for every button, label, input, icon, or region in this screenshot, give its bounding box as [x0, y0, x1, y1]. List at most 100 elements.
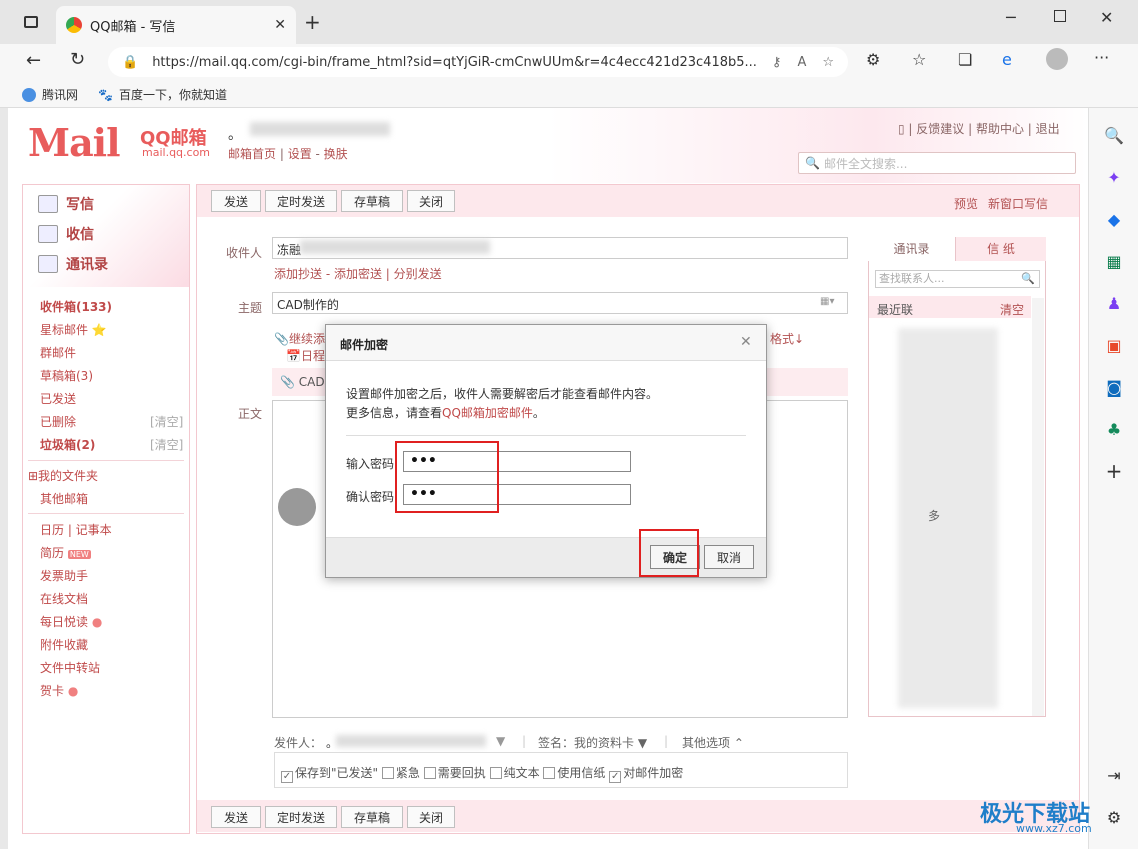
checkbox-checked[interactable]: ✓ [281, 771, 293, 783]
send-button[interactable]: 发送 [211, 190, 261, 212]
search-icon[interactable]: 🔍 [1103, 124, 1125, 146]
add-favorite-icon[interactable]: ☆ [822, 55, 834, 70]
sidebar-attachments[interactable]: 附件收藏 [40, 636, 88, 653]
mail-logo[interactable]: Mail [28, 120, 121, 165]
bookmark-qq[interactable]: 腾讯网 [22, 86, 78, 103]
clear-deleted-link[interactable]: [清空] [150, 413, 183, 430]
sidebar-toggle-icon[interactable]: ⇥ [1103, 764, 1125, 786]
sidebar-item-drafts[interactable]: 草稿箱(3) [40, 367, 93, 384]
tab-contacts[interactable]: 通讯录 [868, 237, 956, 261]
collections-icon[interactable]: ❏ [958, 50, 972, 69]
close-window-icon[interactable]: ✕ [1100, 8, 1113, 27]
contact-search-input[interactable]: 查找联系人... 🔍 [875, 270, 1040, 288]
checkbox[interactable] [423, 767, 436, 779]
refresh-icon[interactable]: ↻ [70, 49, 85, 70]
back-icon[interactable]: ← [26, 50, 41, 71]
sidebar-my-folders[interactable]: ⊞我的文件夹 [28, 467, 98, 484]
sidebar-resume[interactable]: 简历 NEW [40, 544, 91, 561]
contacts-scrollbar[interactable] [1032, 298, 1044, 716]
feedback-link[interactable]: 反馈建议 [916, 122, 964, 136]
outlook-icon[interactable]: ◙ [1103, 376, 1125, 398]
contacts-button[interactable]: 通讯录 [38, 254, 108, 274]
option-urgent[interactable]: 紧急 [381, 766, 420, 780]
sidebar-item-deleted[interactable]: 已删除 [40, 413, 76, 430]
subject-format-icon[interactable]: ▦▾ [820, 296, 834, 307]
cancel-button[interactable]: 取消 [704, 545, 754, 569]
option-save-sent[interactable]: ✓ 保存到"已发送" [281, 766, 378, 783]
attachment-item[interactable]: 📎 CAD [280, 375, 325, 389]
key-icon[interactable]: ⚷ [772, 55, 782, 70]
sidebar-item-spam[interactable]: 垃圾箱(2) [40, 436, 95, 453]
format-link[interactable]: 格式↓ [770, 330, 804, 347]
save-draft-button[interactable]: 存草稿 [341, 190, 403, 212]
write-button[interactable]: 写信 [38, 194, 94, 214]
dialog-close-icon[interactable]: ✕ [740, 334, 752, 350]
schedule-send-button-bottom[interactable]: 定时发送 [265, 806, 337, 828]
tab-actions-icon[interactable] [24, 16, 38, 28]
nav-home[interactable]: 邮箱首页 [228, 147, 276, 161]
option-plaintext[interactable]: 纯文本 [489, 766, 540, 780]
schedule-send-button[interactable]: 定时发送 [265, 190, 337, 212]
clear-spam-link[interactable]: [清空] [150, 436, 183, 453]
encrypt-help-link[interactable]: QQ邮箱加密邮件 [442, 406, 533, 420]
sidebar-greeting-card[interactable]: 贺卡 ● [40, 682, 78, 699]
tab-close-icon[interactable]: ✕ [274, 17, 286, 33]
phone-icon[interactable]: ▯ [898, 122, 905, 136]
checkbox-checked[interactable]: ✓ [609, 771, 622, 783]
nav-settings[interactable]: 设置 [288, 147, 312, 161]
tree-icon[interactable]: ♣ [1103, 418, 1125, 440]
copilot-icon[interactable]: ✦ [1103, 166, 1125, 188]
receive-button[interactable]: 收信 [38, 224, 94, 244]
attach-link[interactable]: 📎继续添 [274, 330, 325, 347]
option-stationery[interactable]: 使用信纸 [543, 766, 605, 780]
office-icon[interactable]: ▣ [1103, 334, 1125, 356]
checkbox[interactable] [489, 767, 502, 779]
checkbox[interactable] [381, 767, 394, 779]
more-menu-icon[interactable]: ··· [1094, 48, 1109, 67]
read-aloud-icon[interactable]: A [797, 55, 806, 70]
tab-stationery[interactable]: 信 纸 [956, 237, 1046, 261]
option-encrypt[interactable]: ✓ 对邮件加密 [609, 766, 683, 783]
profile-avatar[interactable] [1046, 48, 1068, 70]
more-contacts[interactable]: 多 [928, 507, 940, 524]
sidebar-item-starred[interactable]: 星标邮件 ⭐ [40, 321, 107, 338]
shopping-icon[interactable]: ◆ [1103, 208, 1125, 230]
logout-link[interactable]: 退出 [1036, 122, 1060, 136]
maximize-icon[interactable] [1054, 10, 1066, 22]
cc-links[interactable]: 添加抄送 - 添加密送 | 分别发送 [274, 265, 442, 282]
sidebar-file-transfer[interactable]: 文件中转站 [40, 659, 100, 676]
new-tab-icon[interactable]: + [304, 10, 321, 34]
edge-bar-icon[interactable]: e [1002, 50, 1012, 69]
save-draft-button-bottom[interactable]: 存草稿 [341, 806, 403, 828]
extensions-icon[interactable]: ⚙ [866, 50, 880, 69]
sidebar-invoice[interactable]: 发票助手 [40, 567, 88, 584]
other-options-link[interactable]: 其他选项 ⌃ [682, 734, 744, 751]
help-link[interactable]: 帮助中心 [976, 122, 1024, 136]
subject-field[interactable]: CAD制作的 [272, 292, 848, 314]
minimize-icon[interactable]: ─ [1006, 8, 1016, 27]
tools-icon[interactable]: ▦ [1103, 250, 1125, 272]
sidebar-item-sent[interactable]: 已发送 [40, 390, 76, 407]
nav-skin[interactable]: 换肤 [324, 147, 348, 161]
sidebar-other-mailbox[interactable]: 其他邮箱 [40, 490, 88, 507]
sidebar-daily-read[interactable]: 每日悦读 ● [40, 613, 102, 630]
option-receipt[interactable]: 需要回执 [423, 766, 486, 780]
sidebar-item-inbox[interactable]: 收件箱(133) [40, 298, 112, 315]
bookmark-baidu[interactable]: 🐾 百度一下，你就知道 [98, 86, 227, 103]
preview-link[interactable]: 预览 [954, 195, 978, 212]
address-bar[interactable]: 🔒 https://mail.qq.com/cgi-bin/frame_html… [108, 47, 848, 77]
browser-tab[interactable]: QQ邮箱 - 写信 ✕ [56, 6, 296, 44]
sidebar-calendar[interactable]: 日历 | 记事本 [40, 521, 112, 538]
clear-recent-link[interactable]: 清空 [1000, 301, 1024, 318]
signature-select[interactable]: 签名：我的资料卡 ▼ [538, 734, 647, 751]
mail-search-input[interactable]: 🔍 邮件全文搜索... [798, 152, 1076, 174]
send-button-bottom[interactable]: 发送 [211, 806, 261, 828]
add-icon[interactable]: + [1103, 459, 1125, 483]
favorites-icon[interactable]: ☆ [912, 50, 926, 69]
close-button[interactable]: 关闭 [407, 190, 455, 212]
new-window-link[interactable]: 新窗口写信 [988, 195, 1048, 212]
sidebar-docs[interactable]: 在线文档 [40, 590, 88, 607]
games-icon[interactable]: ♟ [1103, 292, 1125, 314]
sidebar-item-group[interactable]: 群邮件 [40, 344, 76, 361]
schedule-link[interactable]: 📅日程 [286, 347, 325, 364]
